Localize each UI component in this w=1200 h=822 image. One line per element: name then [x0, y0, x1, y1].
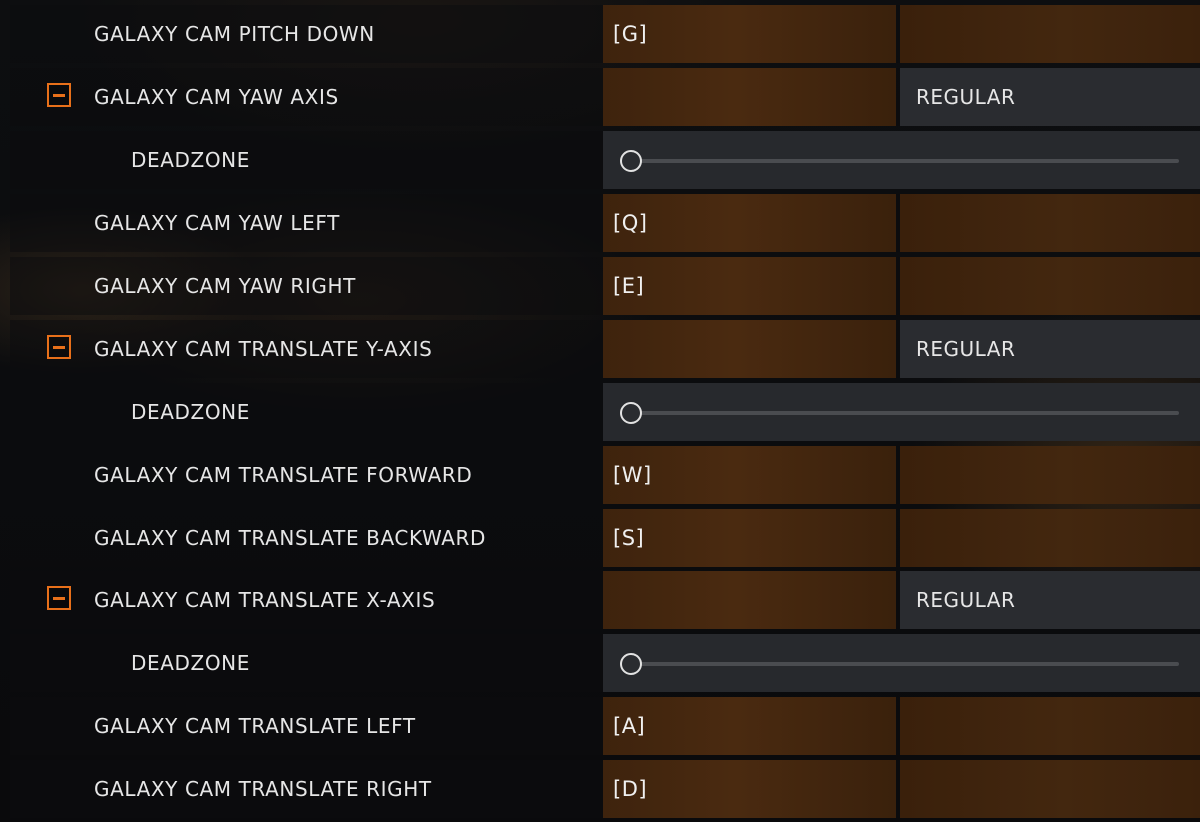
deadzone-slider-track[interactable] — [620, 150, 1179, 172]
binding-label: GALAXY CAM PITCH DOWN — [94, 22, 375, 46]
secondary-binding-button[interactable] — [900, 760, 1200, 818]
collapse-minus-icon[interactable] — [47, 335, 71, 359]
minus-bar — [53, 94, 65, 97]
secondary-binding-button[interactable] — [900, 5, 1200, 63]
binding-row-galaxy-cam-translate-right: GALAXY CAM TRANSLATE RIGHT [D] — [10, 760, 1200, 818]
axis-binding-button[interactable] — [603, 68, 896, 126]
deadzone-slider-thumb[interactable] — [620, 402, 642, 424]
axis-mode-value: REGULAR — [916, 588, 1016, 612]
primary-binding-value: [Q] — [613, 211, 648, 235]
axis-row-galaxy-cam-translate-y-axis: GALAXY CAM TRANSLATE Y-AXIS REGULAR — [10, 320, 1200, 378]
secondary-binding-button[interactable] — [900, 697, 1200, 755]
binding-label: GALAXY CAM TRANSLATE FORWARD — [94, 463, 473, 487]
axis-row-galaxy-cam-translate-x-axis: GALAXY CAM TRANSLATE X-AXIS REGULAR — [10, 571, 1200, 629]
axis-mode-button[interactable]: REGULAR — [900, 571, 1200, 629]
binding-label: GALAXY CAM TRANSLATE RIGHT — [94, 777, 432, 801]
primary-binding-value: [S] — [613, 526, 645, 550]
primary-binding-value: [D] — [613, 777, 648, 801]
binding-row-galaxy-cam-translate-backward: GALAXY CAM TRANSLATE BACKWARD [S] — [10, 509, 1200, 567]
deadzone-label: DEADZONE — [131, 148, 250, 172]
binding-label: GALAXY CAM TRANSLATE LEFT — [94, 714, 416, 738]
deadzone-row: DEADZONE — [10, 131, 1200, 189]
axis-mode-button[interactable]: REGULAR — [900, 68, 1200, 126]
axis-mode-value: REGULAR — [916, 85, 1016, 109]
minus-bar — [53, 597, 65, 600]
deadzone-row: DEADZONE — [10, 383, 1200, 441]
deadzone-label: DEADZONE — [131, 651, 250, 675]
deadzone-slider — [603, 383, 1200, 441]
binding-label: GALAXY CAM YAW LEFT — [94, 211, 340, 235]
secondary-binding-button[interactable] — [900, 446, 1200, 504]
binding-label: GALAXY CAM YAW AXIS — [94, 85, 339, 109]
primary-binding-value: [A] — [613, 714, 646, 738]
primary-binding-button[interactable]: [S] — [603, 509, 896, 567]
primary-binding-value: [E] — [613, 274, 645, 298]
axis-mode-value: REGULAR — [916, 337, 1016, 361]
deadzone-slider-thumb[interactable] — [620, 150, 642, 172]
binding-row-galaxy-cam-translate-forward: GALAXY CAM TRANSLATE FORWARD [W] — [10, 446, 1200, 504]
binding-label: GALAXY CAM TRANSLATE BACKWARD — [94, 526, 487, 550]
binding-row-galaxy-cam-yaw-right: GALAXY CAM YAW RIGHT [E] — [10, 257, 1200, 315]
binding-label: GALAXY CAM TRANSLATE X-AXIS — [94, 588, 436, 612]
primary-binding-value: [G] — [613, 22, 648, 46]
deadzone-label: DEADZONE — [131, 400, 250, 424]
binding-label: GALAXY CAM TRANSLATE Y-AXIS — [94, 337, 433, 361]
primary-binding-button[interactable]: [W] — [603, 446, 896, 504]
collapse-minus-icon[interactable] — [47, 586, 71, 610]
primary-binding-value: [W] — [613, 463, 652, 487]
secondary-binding-button[interactable] — [900, 257, 1200, 315]
binding-label: GALAXY CAM YAW RIGHT — [94, 274, 356, 298]
minus-bar — [53, 346, 65, 349]
secondary-binding-button[interactable] — [900, 194, 1200, 252]
deadzone-slider — [603, 634, 1200, 692]
binding-row-galaxy-cam-translate-left: GALAXY CAM TRANSLATE LEFT [A] — [10, 697, 1200, 755]
deadzone-row: DEADZONE — [10, 634, 1200, 692]
deadzone-slider-thumb[interactable] — [620, 653, 642, 675]
axis-binding-button[interactable] — [603, 571, 896, 629]
deadzone-slider-track[interactable] — [620, 402, 1179, 424]
primary-binding-button[interactable]: [E] — [603, 257, 896, 315]
primary-binding-button[interactable]: [G] — [603, 5, 896, 63]
binding-row-galaxy-cam-yaw-left: GALAXY CAM YAW LEFT [Q] — [10, 194, 1200, 252]
primary-binding-button[interactable]: [D] — [603, 760, 896, 818]
primary-binding-button[interactable]: [A] — [603, 697, 896, 755]
binding-row-galaxy-cam-pitch-down: GALAXY CAM PITCH DOWN [G] — [10, 5, 1200, 63]
secondary-binding-button[interactable] — [900, 509, 1200, 567]
axis-row-galaxy-cam-yaw-axis: GALAXY CAM YAW AXIS REGULAR — [10, 68, 1200, 126]
deadzone-slider — [603, 131, 1200, 189]
primary-binding-button[interactable]: [Q] — [603, 194, 896, 252]
deadzone-slider-track[interactable] — [620, 653, 1179, 675]
collapse-minus-icon[interactable] — [47, 83, 71, 107]
axis-mode-button[interactable]: REGULAR — [900, 320, 1200, 378]
axis-binding-button[interactable] — [603, 320, 896, 378]
